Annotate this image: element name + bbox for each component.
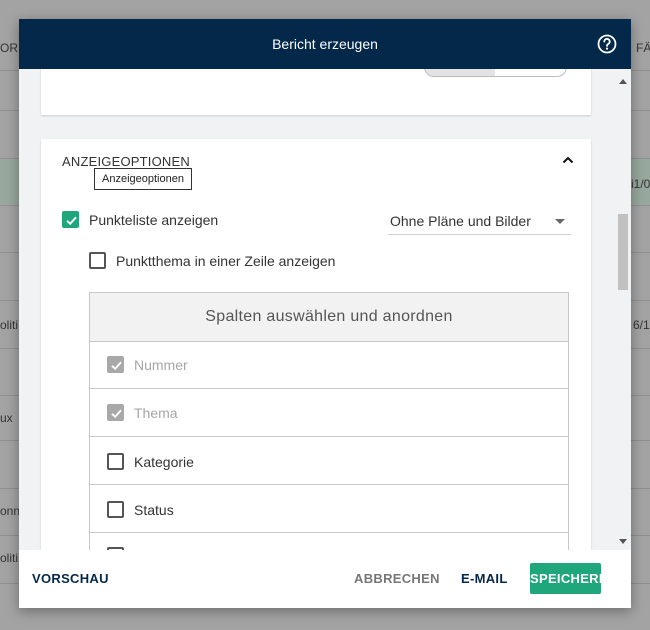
- point-topic-one-line-checkbox[interactable]: [89, 252, 106, 269]
- report-settings-card: view: [41, 69, 591, 115]
- column-label[interactable]: Status: [134, 502, 174, 518]
- help-circle-icon[interactable]: [597, 34, 617, 54]
- email-button[interactable]: E-MAIL: [455, 563, 514, 594]
- column-label: Nummer: [134, 357, 188, 373]
- check-icon: [66, 216, 77, 226]
- dropdown-arrow-icon: [555, 219, 565, 224]
- column-label: Thema: [134, 405, 178, 421]
- display-options-card: ANZEIGEOPTIONEN Anzeigeoptionen Punkteli…: [41, 139, 591, 550]
- background-text: oliti: [0, 551, 19, 565]
- column-label[interactable]: Kategorie: [134, 454, 194, 470]
- content-scrollbar[interactable]: [618, 69, 628, 550]
- list-item[interactable]: Kategorie: [90, 437, 568, 485]
- check-icon: [111, 361, 122, 371]
- point-list-mode-select[interactable]: Ohne Pläne und Bilder: [388, 209, 571, 235]
- background-text: i1/0: [631, 177, 650, 191]
- show-point-list-label[interactable]: Punkteliste anzeigen: [89, 212, 218, 228]
- save-button[interactable]: SPEICHERN: [530, 563, 608, 594]
- select-value: Ohne Pläne und Bilder: [390, 213, 531, 229]
- list-item[interactable]: Status: [90, 485, 568, 533]
- columns-header: Spalten auswählen und anordnen: [90, 293, 568, 342]
- column-checkbox-nummer: [107, 356, 124, 373]
- columns-list: Spalten auswählen und anordnen Nummer Th…: [89, 292, 569, 550]
- dialog-footer: VORSCHAU ABBRECHEN E-MAIL SPEICHERN: [19, 550, 631, 608]
- background-text: ux: [0, 411, 13, 425]
- list-item[interactable]: Nummer: [90, 341, 568, 389]
- list-item[interactable]: [90, 533, 568, 550]
- section-title[interactable]: ANZEIGEOPTIONEN: [62, 154, 190, 169]
- column-checkbox-kategorie[interactable]: [107, 453, 124, 470]
- background-text: FÄ: [636, 41, 650, 55]
- view-toggle-group[interactable]: [424, 69, 567, 77]
- background-text: 6/1: [633, 318, 650, 332]
- column-checkbox-status[interactable]: [107, 501, 124, 518]
- background-text: oliti: [0, 318, 19, 332]
- cancel-button[interactable]: ABBRECHEN: [348, 563, 446, 594]
- dialog-header: Bericht erzeugen: [19, 19, 631, 69]
- scroll-down-arrow-icon[interactable]: [619, 539, 627, 544]
- background-text: OR: [0, 41, 18, 55]
- scrollbar-thumb[interactable]: [618, 214, 628, 290]
- dialog-title: Bericht erzeugen: [272, 36, 378, 52]
- preview-button[interactable]: VORSCHAU: [26, 563, 115, 594]
- dialog-content[interactable]: view ANZEIGEOPTIONEN Anzeigeoptionen: [19, 69, 631, 550]
- section-tooltip: Anzeigeoptionen: [94, 168, 192, 190]
- show-point-list-checkbox[interactable]: [62, 211, 79, 228]
- check-icon: [111, 409, 122, 419]
- column-checkbox-thema: [107, 404, 124, 421]
- list-item[interactable]: Thema: [90, 389, 568, 437]
- report-dialog: Bericht erzeugen view ANZEIGEOPTIONEN: [19, 19, 631, 608]
- chevron-up-icon[interactable]: [561, 153, 575, 167]
- point-topic-one-line-label[interactable]: Punktthema in einer Zeile anzeigen: [116, 253, 335, 269]
- scroll-up-arrow-icon[interactable]: [619, 79, 627, 84]
- toggle-option-selected[interactable]: [425, 69, 495, 76]
